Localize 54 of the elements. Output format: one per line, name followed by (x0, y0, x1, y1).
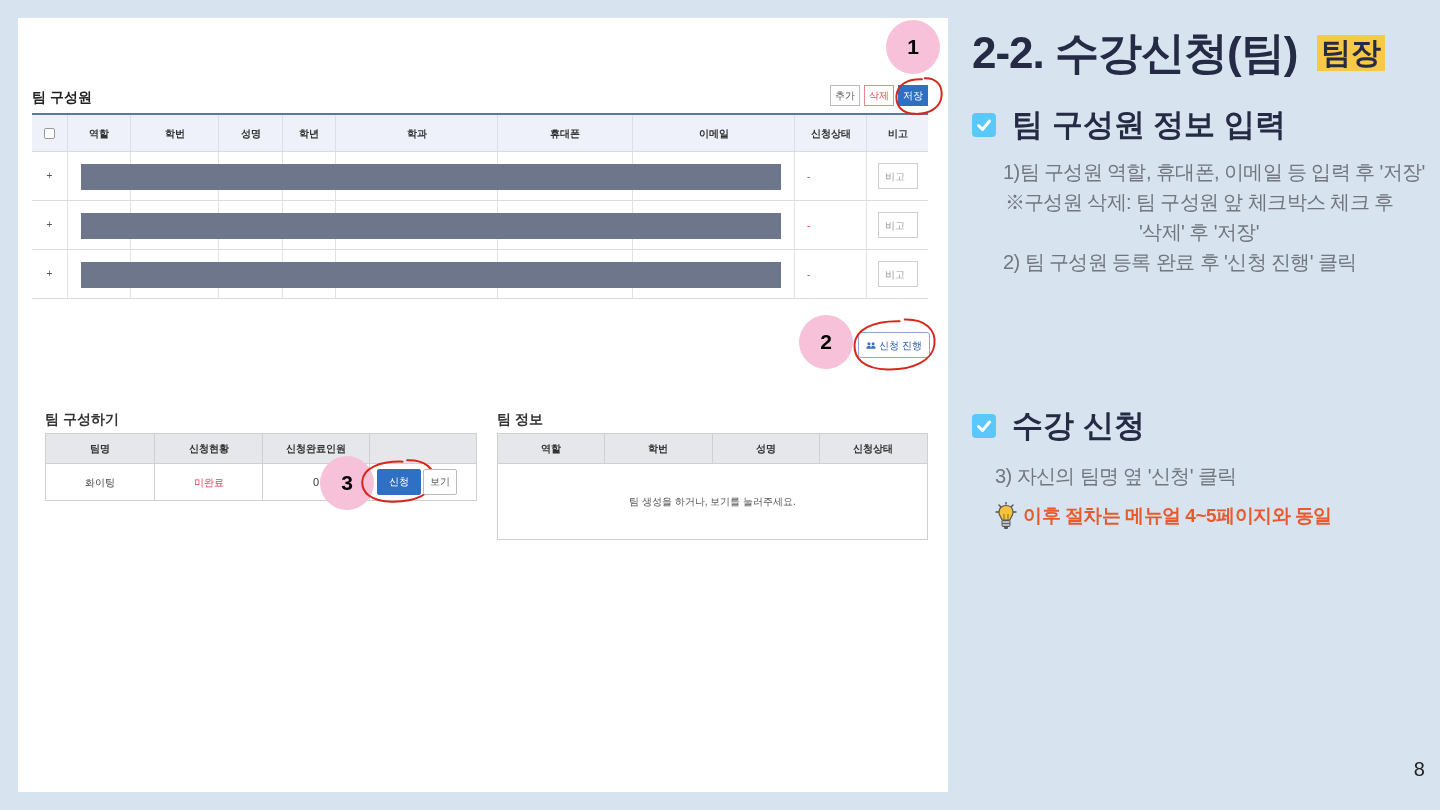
table-cell-text: 0 (312, 474, 320, 490)
status-text: - (807, 267, 811, 282)
instruction-text: 1)팀 구성원 역할, 휴대폰, 이메일 등 입력 후 '저장' (1003, 160, 1425, 185)
people-icon (866, 341, 877, 349)
remark-field[interactable]: 비고 (877, 163, 918, 189)
status-text: - (807, 169, 811, 184)
empty-message: 팀 생성을 하거나, 보기를 눌러주세요. (629, 495, 796, 509)
row-button[interactable]: 보기 (423, 469, 457, 495)
column-header: 역할 (541, 442, 562, 456)
note-text: ※구성원 삭제: 팀 구성원 앞 체크박스 체크 후 '삭제' 후 '저장' (1003, 190, 1395, 245)
toolbar-button[interactable]: 저장 (898, 85, 928, 106)
lightbulb-icon (995, 502, 1017, 530)
column-header: 성명 (755, 442, 776, 456)
step-marker: 1 (886, 20, 940, 74)
section-heading: 수강 신청 (1012, 407, 1145, 445)
page-number: 8 (1413, 759, 1425, 779)
section-title: 팀 구성하기 (45, 410, 120, 429)
column-header: 신청현황 (188, 442, 229, 456)
expand-toggle[interactable]: + (46, 220, 53, 230)
column-header: 신청상태 (853, 442, 894, 456)
section-heading: 팀 구성원 정보 입력 (1012, 106, 1286, 144)
status-text: - (807, 218, 811, 233)
toolbar-button[interactable]: 추가 (830, 85, 860, 106)
column-header: 휴대폰 (550, 126, 580, 141)
column-header: 신청상태 (810, 126, 851, 141)
column-header: 비고 (887, 126, 908, 141)
column-header: 학과 (406, 126, 427, 141)
slide-title: 2-2. 수강신청(팀) (972, 27, 1298, 79)
column-header: 역할 (89, 126, 109, 141)
expand-toggle[interactable]: + (46, 269, 53, 279)
instruction-text: 2) 팀 구성원 등록 완료 후 '신청 진행' 클릭 (1003, 250, 1358, 275)
column-header: 학번 (164, 126, 185, 141)
step-marker: 3 (320, 456, 374, 510)
table-cell-text: 화이팅 (85, 475, 115, 490)
column-header: 이메일 (698, 126, 729, 141)
column-header: 성명 (240, 126, 261, 141)
step-marker: 2 (799, 315, 853, 369)
section-title: 팀 구성원 (32, 88, 92, 106)
role-tag: 팀장 (1317, 35, 1386, 71)
tip-text: 이후 절차는 메뉴얼 4~5페이지와 동일 (1023, 503, 1332, 528)
instruction-text: 3) 자신의 팀명 옆 '신청' 클릭 (995, 464, 1238, 489)
remark-field[interactable]: 비고 (877, 261, 918, 287)
toolbar-button[interactable]: 삭제 (864, 85, 894, 106)
proceed-button[interactable]: 신청 진행 (858, 332, 930, 358)
expand-toggle[interactable]: + (46, 171, 53, 181)
status-text: 미완료 (193, 475, 224, 490)
column-header: 신청완료인원 (286, 442, 346, 456)
column-header: 학년 (299, 126, 319, 141)
select-all-checkbox[interactable] (44, 127, 55, 139)
section-title: 팀 정보 (497, 410, 544, 429)
column-header: 학번 (648, 442, 669, 456)
remark-field[interactable]: 비고 (877, 212, 918, 238)
row-button[interactable]: 신청 (377, 469, 421, 495)
column-header: 팀명 (90, 442, 110, 456)
